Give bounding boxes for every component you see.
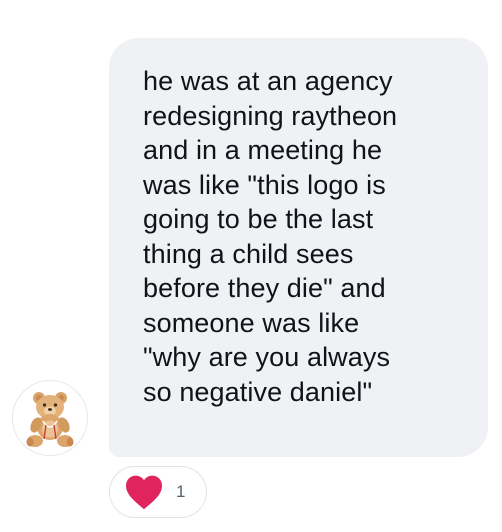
sender-avatar[interactable]: [12, 380, 88, 456]
message-line: redesigning raytheon: [143, 100, 398, 131]
message-text: he was at an agency redesigning raytheon…: [143, 64, 473, 409]
message-line: someone was like: [143, 307, 360, 338]
message-line: "why are you always: [143, 342, 391, 372]
dm-conversation: he was at an agency redesigning raytheon…: [0, 0, 502, 532]
message-line: and in a meeting he: [143, 135, 383, 165]
heart-icon: [126, 475, 162, 510]
message-line: going to be the last: [143, 204, 374, 234]
message-line: was like "this logo is: [143, 169, 386, 200]
message-line: he was at an agency: [143, 66, 393, 96]
message-line: before they die" and: [143, 273, 386, 303]
teddy-bear-icon: [26, 392, 74, 447]
message-line: thing a child sees: [143, 238, 354, 269]
reaction-count: 1: [176, 482, 186, 501]
message-line: so negative daniel": [143, 376, 373, 407]
heart-reaction-button[interactable]: 1: [109, 466, 207, 518]
message-bubble[interactable]: he was at an agency redesigning raytheon…: [109, 38, 488, 457]
